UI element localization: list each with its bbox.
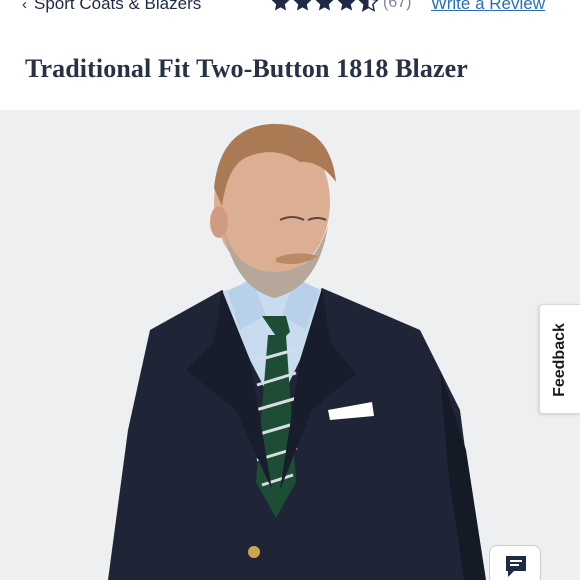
half-star-icon bbox=[358, 0, 379, 12]
star-icon bbox=[293, 0, 312, 11]
star-icon bbox=[271, 0, 290, 11]
breadcrumb-back-link[interactable]: ‹ Sport Coats & Blazers bbox=[22, 0, 201, 14]
breadcrumb-label: Sport Coats & Blazers bbox=[34, 0, 202, 13]
product-image[interactable] bbox=[0, 110, 580, 580]
chevron-left-icon: ‹ bbox=[22, 0, 27, 13]
model-in-blazer-image bbox=[0, 110, 580, 580]
product-title: Traditional Fit Two-Button 1818 Blazer bbox=[25, 54, 468, 83]
top-bar: ‹ Sport Coats & Blazers (67) Write a Rev… bbox=[0, 0, 580, 22]
star-icon bbox=[337, 0, 356, 11]
rating-stars[interactable] bbox=[270, 0, 379, 13]
feedback-label: Feedback bbox=[551, 323, 568, 397]
star-icon bbox=[315, 0, 334, 11]
chat-icon bbox=[506, 556, 526, 577]
write-review-link[interactable]: Write a Review bbox=[431, 0, 545, 14]
review-count[interactable]: (67) bbox=[383, 0, 411, 12]
feedback-tab[interactable]: Feedback bbox=[539, 304, 580, 414]
chat-button[interactable] bbox=[489, 545, 541, 580]
